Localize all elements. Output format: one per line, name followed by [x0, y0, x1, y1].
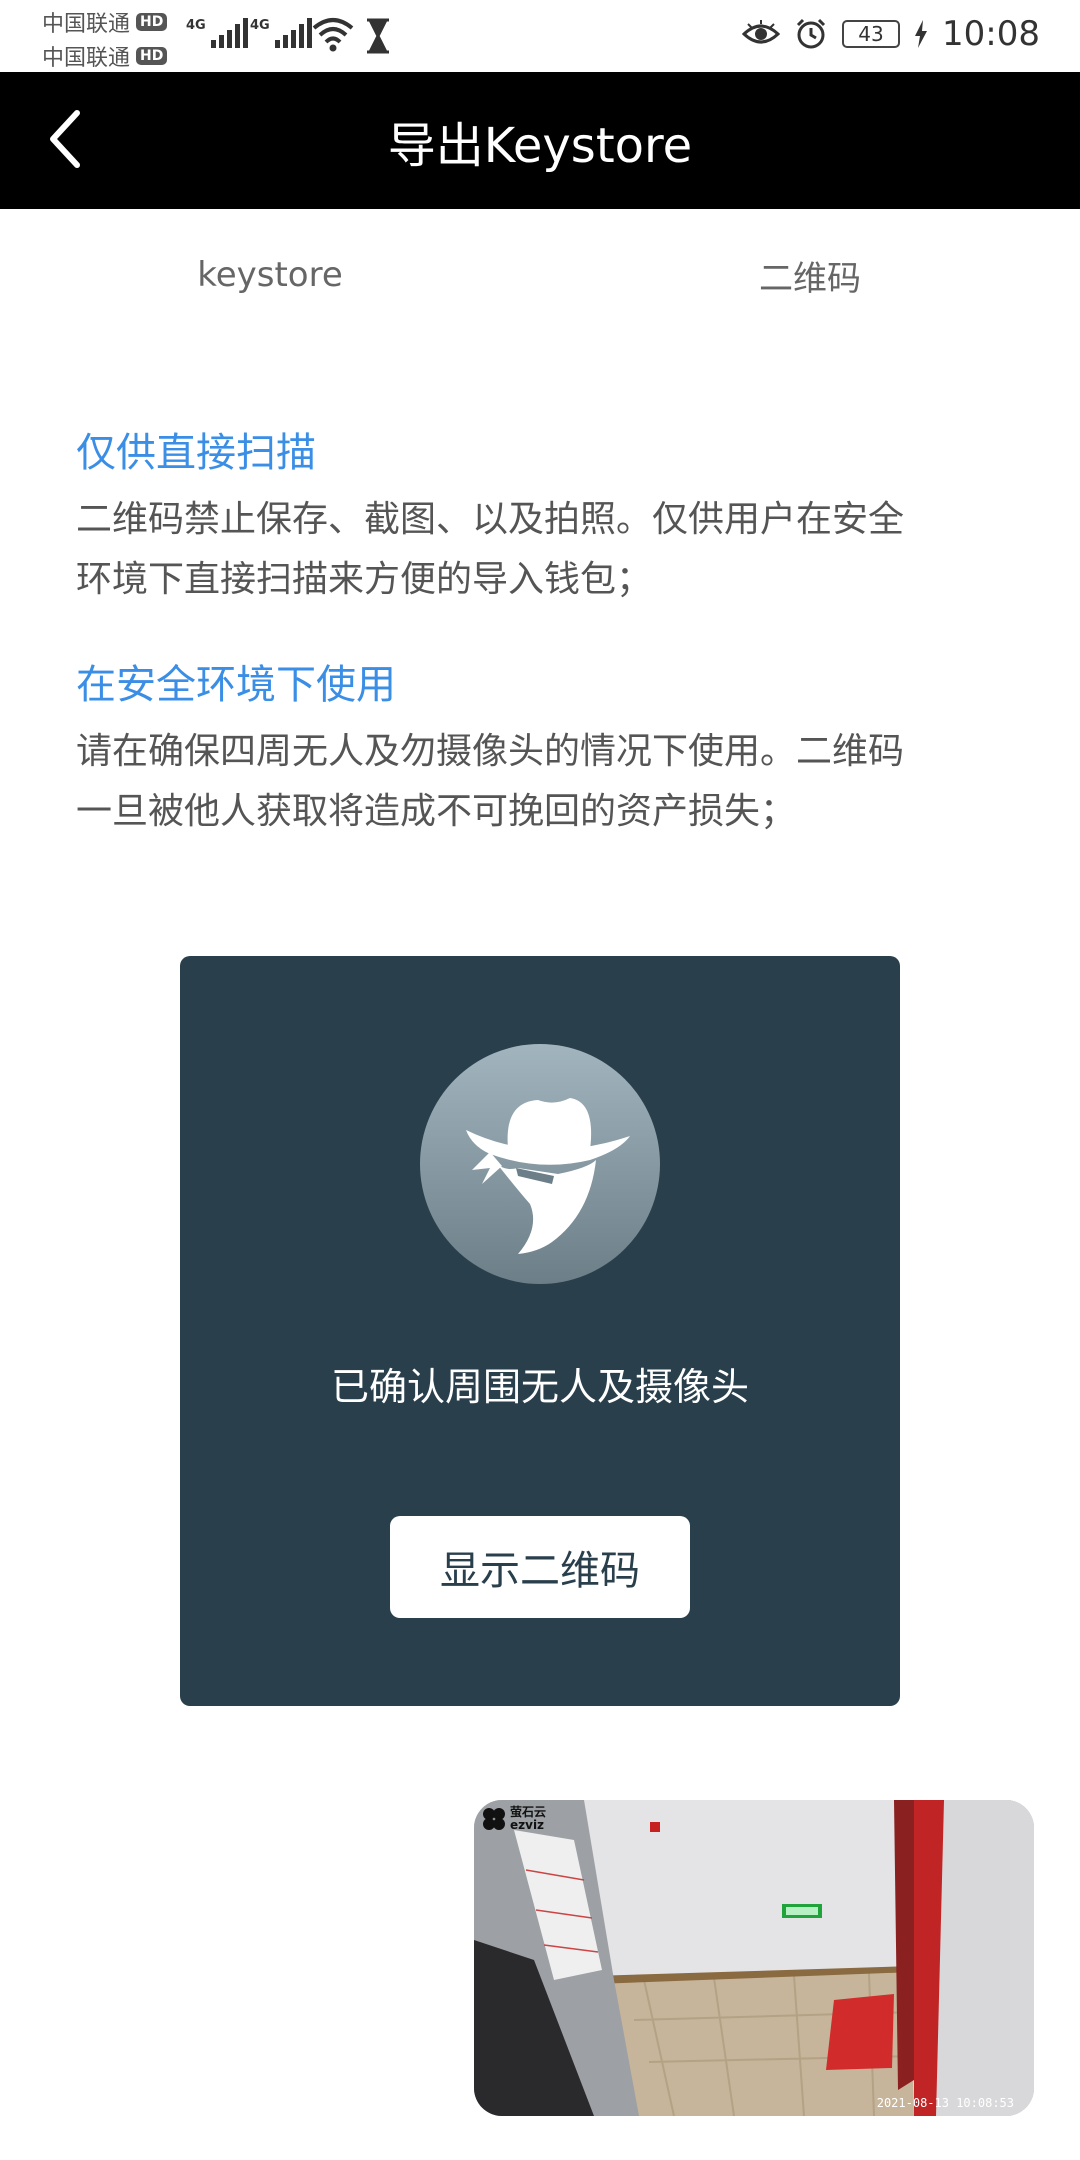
eye-icon [742, 20, 781, 44]
bandit-hat-icon [420, 1044, 660, 1284]
carrier-2-label: 中国联通 [42, 46, 131, 71]
network-type-2: 4G [250, 18, 270, 33]
page-title: 导出Keystore [387, 117, 693, 174]
network-type-1: 4G [186, 18, 206, 33]
notice-line: 请在确保四周无人及勿摄像头的情况下使用。二维码 [76, 731, 905, 772]
clock: 10:08 [942, 14, 1040, 54]
notice-line: 一旦被他人获取将造成不可挽回的资产损失； [76, 791, 797, 832]
carrier-1-label: 中国联通 [42, 12, 131, 37]
battery-indicator: 43 [842, 20, 901, 48]
confirm-text: 已确认周围无人及摄像头 [330, 1365, 749, 1409]
notice-body-safe-env: 请在确保四周无人及勿摄像头的情况下使用。二维码 一旦被他人获取将造成不可挽回的资… [76, 722, 1016, 842]
hourglass-icon [367, 18, 389, 54]
app-header: 导出Keystore [0, 72, 1080, 209]
tab-bar: keystore 二维码 [0, 230, 1080, 320]
notice-title-scan-only: 仅供直接扫描 [76, 430, 316, 476]
notice-line: 环境下直接扫描来方便的导入钱包； [76, 559, 653, 600]
carrier-2: 中国联通 HD [42, 40, 168, 72]
notice-body-scan-only: 二维码禁止保存、截图、以及拍照。仅供用户在安全 环境下直接扫描来方便的导入钱包； [76, 490, 1016, 610]
tab-qrcode[interactable]: 二维码 [540, 230, 1080, 320]
camera-scene-image [474, 1800, 1034, 2116]
camera-brand: 萤石云 ezviz [482, 1806, 546, 1832]
carrier-1: 中国联通 HD [42, 6, 168, 38]
status-bar: 中国联通 HD 中国联通 HD 4G 4G 43 10:08 [0, 0, 1080, 72]
hd-badge-2: HD [136, 47, 168, 65]
alarm-icon [796, 18, 826, 49]
tab-keystore[interactable]: keystore [0, 230, 540, 320]
camera-brand-en: ezviz [510, 1818, 545, 1832]
security-confirm-card: 已确认周围无人及摄像头 显示二维码 [180, 956, 900, 1706]
signal-icon-1: 4G [186, 18, 248, 48]
back-button[interactable] [30, 104, 100, 174]
wifi-icon [312, 18, 354, 52]
signal-icon-2: 4G [250, 18, 312, 48]
show-qr-button[interactable]: 显示二维码 [390, 1516, 690, 1618]
camera-preview[interactable]: 萤石云 ezviz 2021-08-13 10:08:53 [474, 1800, 1034, 2116]
notice-title-safe-env: 在安全环境下使用 [76, 662, 396, 708]
chevron-left-icon [50, 110, 80, 168]
charging-icon [915, 20, 928, 48]
camera-timestamp: 2021-08-13 10:08:53 [876, 2096, 1014, 2110]
status-right: 43 10:08 [742, 14, 1040, 54]
notice-line: 二维码禁止保存、截图、以及拍照。仅供用户在安全 [76, 499, 905, 540]
ezviz-logo-icon [483, 1808, 505, 1830]
hd-badge-1: HD [136, 13, 168, 31]
